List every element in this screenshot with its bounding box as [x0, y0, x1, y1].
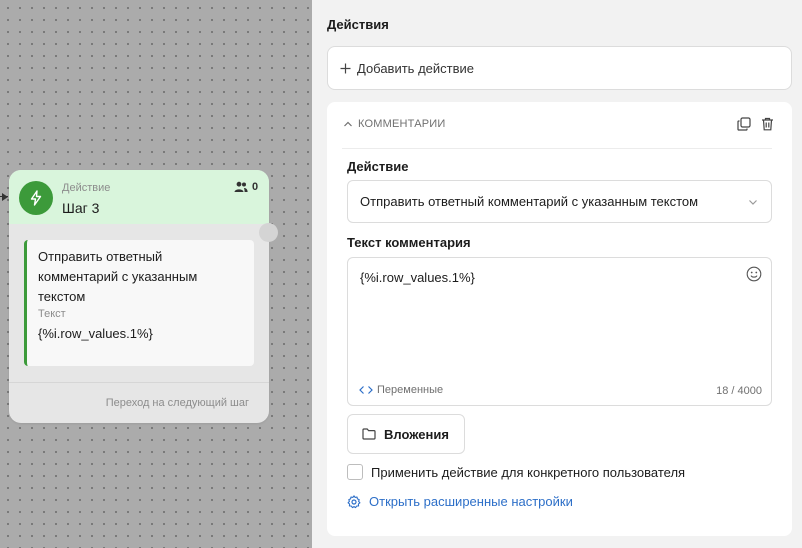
users-count: 0	[252, 181, 259, 193]
comments-action-section: КОММЕНТАРИИ Действие Отправить ответный …	[327, 102, 792, 536]
chevron-down-icon	[749, 200, 757, 205]
action-field-label: Действие	[347, 159, 409, 174]
workflow-canvas[interactable]: Действие Шаг 3 0 Отправить ответный комм…	[0, 0, 312, 548]
plus-icon	[340, 63, 351, 73]
comment-text-value: {%i.row_values.1%}	[360, 270, 475, 285]
section-divider	[342, 148, 772, 149]
users-icon	[234, 181, 248, 192]
code-icon	[359, 386, 373, 394]
lightning-icon	[19, 181, 53, 215]
comment-textarea[interactable]: {%i.row_values.1%} Переменные 18 / 4000	[347, 257, 772, 406]
folder-icon	[362, 428, 376, 440]
node-action-card[interactable]: Отправить ответный комментарий с указанн…	[24, 240, 254, 366]
card-text-label: Текст	[38, 308, 66, 320]
add-action-label: Добавить действие	[357, 60, 474, 76]
attachments-label: Вложения	[384, 426, 449, 442]
add-action-button[interactable]: Добавить действие	[327, 46, 792, 90]
chevron-up-icon	[344, 121, 352, 127]
card-text-value: {%i.row_values.1%}	[38, 326, 153, 341]
actions-panel: Действия Добавить действие КОММЕНТАРИИ Д…	[312, 0, 802, 548]
node-users-count[interactable]: 0	[234, 181, 258, 193]
incoming-edge-arrow	[2, 193, 8, 201]
trash-icon[interactable]	[761, 117, 774, 131]
gear-icon	[347, 494, 361, 508]
specific-user-option[interactable]: Применить действие для конкретного польз…	[347, 464, 685, 480]
section-toggle[interactable]: КОММЕНТАРИИ	[342, 118, 446, 130]
node-type-label: Действие	[62, 182, 111, 194]
specific-user-label: Применить действие для конкретного польз…	[371, 464, 686, 480]
emoji-icon[interactable]	[746, 266, 762, 282]
specific-user-checkbox[interactable]	[347, 464, 363, 480]
advanced-settings-label: Открыть расширенные настройки	[369, 494, 573, 509]
comment-field-label: Текст комментария	[347, 235, 471, 250]
copy-icon[interactable]	[737, 117, 751, 131]
next-step-port[interactable]	[259, 223, 278, 242]
attachments-button[interactable]: Вложения	[347, 414, 465, 454]
next-step-label: Переход на следующий шаг	[105, 397, 249, 409]
workflow-node-step-3[interactable]: Действие Шаг 3 0 Отправить ответный комм…	[9, 170, 269, 423]
action-select-value: Отправить ответный комментарий с указанн…	[360, 194, 699, 209]
card-action-text: Отправить ответный комментарий с указанн…	[38, 249, 198, 304]
node-header: Действие Шаг 3 0	[9, 170, 269, 224]
advanced-settings-link[interactable]: Открыть расширенные настройки	[347, 494, 573, 509]
variables-button[interactable]: Переменные	[359, 384, 443, 396]
section-header: КОММЕНТАРИИ	[358, 118, 446, 130]
action-select[interactable]: Отправить ответный комментарий с указанн…	[347, 180, 772, 223]
node-divider	[9, 382, 269, 383]
char-counter: 18 / 4000	[716, 385, 762, 397]
variables-label: Переменные	[377, 384, 444, 396]
section-tools	[737, 117, 774, 131]
node-title: Шаг 3	[62, 200, 100, 216]
panel-title: Действия	[327, 17, 389, 32]
